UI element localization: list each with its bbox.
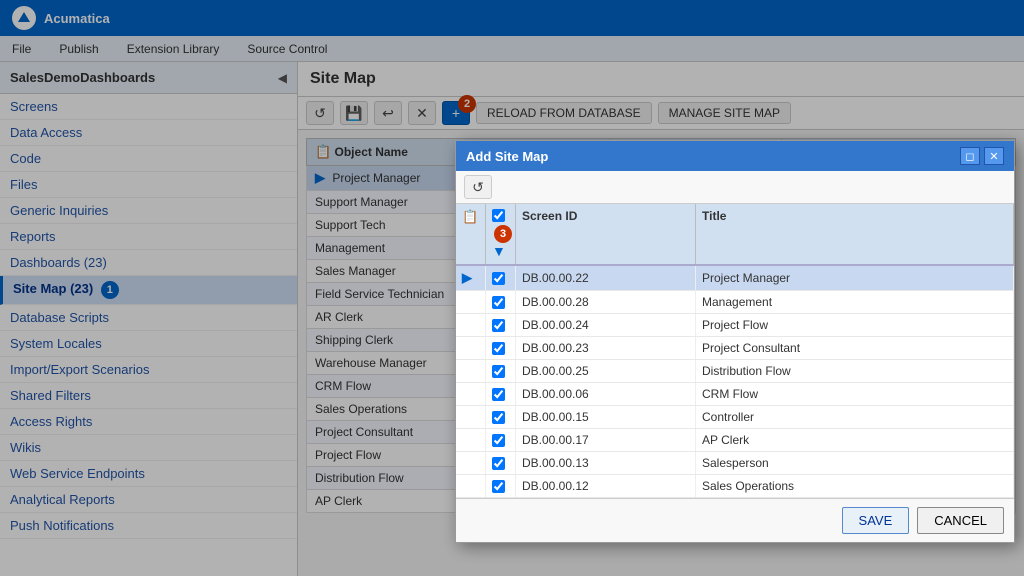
modal-checkbox-cell[interactable]	[486, 314, 516, 336]
modal-toolbar: ↺	[456, 171, 1014, 204]
modal-table-row[interactable]: DB.00.00.06 CRM Flow	[456, 383, 1014, 406]
modal-table-header: 📋 3 ▼ Screen ID Title	[456, 204, 1014, 266]
modal-table-row[interactable]: DB.00.00.23 Project Consultant	[456, 337, 1014, 360]
modal-screen-id-cell: DB.00.00.13	[516, 452, 696, 474]
modal-col-title: Title	[696, 204, 1014, 264]
modal-expand-cell	[456, 360, 486, 382]
modal-expand-cell	[456, 314, 486, 336]
modal-checkbox-cell[interactable]	[486, 429, 516, 451]
modal-checkbox-cell[interactable]	[486, 266, 516, 290]
modal-table-row[interactable]: DB.00.00.13 Salesperson	[456, 452, 1014, 475]
modal-table-body: ▶ DB.00.00.22 Project Manager DB.00.00.2…	[456, 266, 1014, 498]
modal-title-cell: Project Flow	[696, 314, 1014, 336]
modal-screen-id-cell: DB.00.00.24	[516, 314, 696, 336]
filter-icon[interactable]: ▼	[492, 243, 506, 259]
modal-close-button[interactable]: ✕	[984, 147, 1004, 165]
modal-expand-cell	[456, 406, 486, 428]
row-checkbox[interactable]	[492, 388, 505, 401]
row-checkbox[interactable]	[492, 434, 505, 447]
modal-expand-cell	[456, 452, 486, 474]
modal-checkbox-cell[interactable]	[486, 291, 516, 313]
modal-title-cell: Controller	[696, 406, 1014, 428]
modal-restore-button[interactable]: ◻	[960, 147, 980, 165]
table-icon: 📋	[462, 209, 478, 224]
modal-table-row[interactable]: DB.00.00.12 Sales Operations	[456, 475, 1014, 498]
modal-screen-id-cell: DB.00.00.28	[516, 291, 696, 313]
modal-expand-cell	[456, 429, 486, 451]
cancel-button[interactable]: CANCEL	[917, 507, 1004, 534]
modal-title: Add Site Map	[466, 149, 548, 164]
modal-expand-cell	[456, 337, 486, 359]
modal-checkbox-cell[interactable]	[486, 475, 516, 497]
row-checkbox[interactable]	[492, 365, 505, 378]
modal-table-row[interactable]: ▶ DB.00.00.22 Project Manager	[456, 266, 1014, 291]
modal-checkbox-cell[interactable]	[486, 452, 516, 474]
row-checkbox[interactable]	[492, 457, 505, 470]
modal-title-cell: AP Clerk	[696, 429, 1014, 451]
add-site-map-modal: Add Site Map ◻ ✕ ↺ 📋 3 ▼ Screen ID Title	[455, 140, 1015, 543]
modal-expand-cell	[456, 475, 486, 497]
modal-footer: SAVE CANCEL	[456, 498, 1014, 542]
modal-screen-id-cell: DB.00.00.25	[516, 360, 696, 382]
modal-screen-id-cell: DB.00.00.22	[516, 266, 696, 290]
modal-title-buttons: ◻ ✕	[960, 147, 1004, 165]
modal-title-cell: Project Manager	[696, 266, 1014, 290]
modal-checkbox-cell[interactable]	[486, 406, 516, 428]
modal-table-row[interactable]: DB.00.00.25 Distribution Flow	[456, 360, 1014, 383]
modal-screen-id-cell: DB.00.00.12	[516, 475, 696, 497]
row-expand-icon[interactable]: ▶	[462, 270, 472, 286]
modal-table-row[interactable]: DB.00.00.24 Project Flow	[456, 314, 1014, 337]
modal-title-cell: Salesperson	[696, 452, 1014, 474]
modal-table-row[interactable]: DB.00.00.15 Controller	[456, 406, 1014, 429]
modal-table-row[interactable]: DB.00.00.17 AP Clerk	[456, 429, 1014, 452]
modal-expand-cell: ▶	[456, 266, 486, 290]
modal-screen-id-cell: DB.00.00.23	[516, 337, 696, 359]
row-checkbox[interactable]	[492, 342, 505, 355]
modal-screen-id-cell: DB.00.00.06	[516, 383, 696, 405]
filter-badge: 3	[494, 225, 512, 243]
modal-title-cell: Project Consultant	[696, 337, 1014, 359]
modal-screen-id-cell: DB.00.00.17	[516, 429, 696, 451]
modal-checkbox-cell[interactable]	[486, 383, 516, 405]
modal-screen-id-cell: DB.00.00.15	[516, 406, 696, 428]
modal-overlay: Add Site Map ◻ ✕ ↺ 📋 3 ▼ Screen ID Title	[0, 0, 1024, 576]
select-all-checkbox[interactable]	[492, 209, 505, 222]
modal-refresh-button[interactable]: ↺	[464, 175, 492, 199]
row-checkbox[interactable]	[492, 319, 505, 332]
modal-title-cell: Management	[696, 291, 1014, 313]
modal-col-icon: 📋	[456, 204, 486, 264]
modal-checkbox-cell[interactable]	[486, 337, 516, 359]
save-button[interactable]: SAVE	[842, 507, 910, 534]
modal-col-screen-id: Screen ID	[516, 204, 696, 264]
modal-expand-cell	[456, 291, 486, 313]
modal-table-row[interactable]: DB.00.00.28 Management	[456, 291, 1014, 314]
modal-titlebar: Add Site Map ◻ ✕	[456, 141, 1014, 171]
modal-title-cell: CRM Flow	[696, 383, 1014, 405]
row-checkbox[interactable]	[492, 296, 505, 309]
row-checkbox[interactable]	[492, 480, 505, 493]
row-checkbox[interactable]	[492, 272, 505, 285]
row-checkbox[interactable]	[492, 411, 505, 424]
modal-title-cell: Sales Operations	[696, 475, 1014, 497]
modal-checkbox-cell[interactable]	[486, 360, 516, 382]
modal-expand-cell	[456, 383, 486, 405]
modal-title-cell: Distribution Flow	[696, 360, 1014, 382]
modal-col-checkbox[interactable]: 3 ▼	[486, 204, 516, 264]
